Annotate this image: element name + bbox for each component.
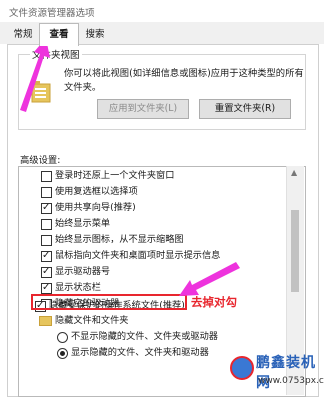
checkbox[interactable] (41, 171, 52, 182)
apply-to-folders-button[interactable]: 应用到文件夹(L) (97, 99, 189, 119)
checkbox[interactable] (41, 265, 52, 279)
watermark-name: 鹏鑫装机网 (256, 355, 316, 391)
checkbox[interactable] (41, 201, 52, 215)
reset-folders-button[interactable]: 重置文件夹(R) (199, 99, 291, 119)
scroll-up-icon[interactable]: ▲ (291, 168, 297, 177)
checkbox[interactable] (41, 219, 52, 230)
radio-button[interactable] (57, 332, 68, 343)
tab-view[interactable]: 查看 (39, 23, 79, 46)
checkbox[interactable] (41, 187, 52, 198)
watermark: 鹏鑫装机网 www.0753px.com (228, 352, 324, 395)
window-title: 文件资源管理器选项 (9, 8, 95, 19)
checkbox[interactable] (41, 235, 52, 246)
tab-general[interactable]: 常规 (7, 26, 39, 44)
advanced-settings-label: 高级设置: (20, 155, 61, 166)
folder-view-legend: 文件夹视图 (30, 47, 82, 61)
folder-icon (39, 316, 52, 326)
folder-view-description: 你可以将此视图(如详细信息或图标)应用于这种类型的所有文件夹。 (64, 68, 304, 93)
title-bar: 文件资源管理器选项 (0, 0, 324, 23)
checkbox[interactable] (41, 249, 52, 263)
checkbox[interactable] (41, 281, 52, 295)
tab-search[interactable]: 搜索 (78, 26, 112, 44)
radio-button[interactable] (57, 348, 68, 359)
watermark-url: www.0753px.com (258, 376, 324, 386)
annotation-text: 去掉对勾 (191, 295, 237, 309)
scrollbar-thumb[interactable] (291, 210, 299, 292)
folder-icon (31, 81, 51, 103)
watermark-logo-icon (230, 356, 254, 380)
highlight-box (31, 294, 187, 310)
